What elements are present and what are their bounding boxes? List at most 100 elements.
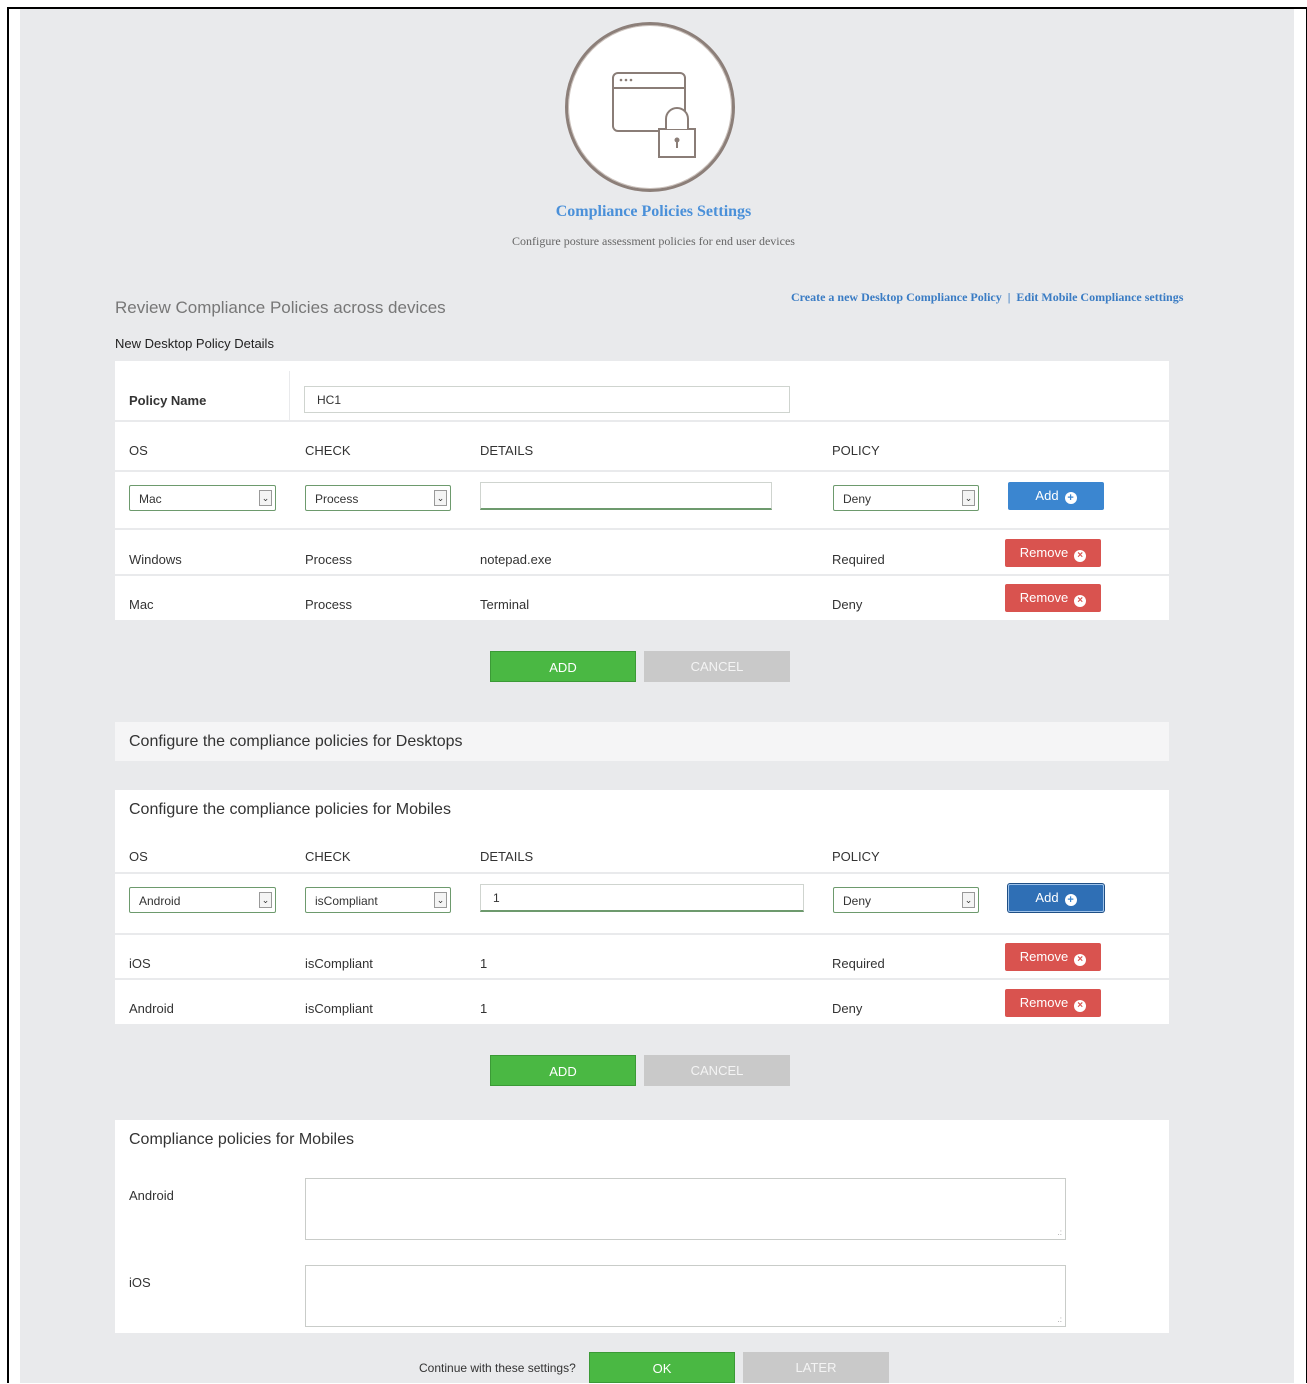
edit-mobile-settings-link[interactable]: Edit Mobile Compliance settings [1016, 290, 1183, 304]
resize-grip-icon: .: [1057, 1228, 1062, 1237]
add-button-label: Add [1035, 488, 1059, 503]
details-input[interactable] [480, 482, 772, 510]
divider [115, 933, 1169, 935]
add-desktop-rule-button[interactable]: Add + [1008, 482, 1104, 510]
window-lock-icon [612, 72, 696, 159]
check-select[interactable]: Process ⌄ [305, 485, 451, 511]
row-os: Mac [129, 597, 154, 612]
row-policy: Deny [832, 597, 863, 612]
row-policy: Deny [832, 1001, 863, 1016]
new-desktop-policy-label: New Desktop Policy Details [115, 336, 274, 351]
mobile-policy-panel: Configure the compliance policies for Mo… [115, 790, 1169, 1024]
divider [115, 872, 1169, 874]
details-input-value: 1 [493, 891, 500, 905]
chevron-down-icon: ⌄ [259, 892, 272, 908]
row-os: Android [129, 1001, 174, 1016]
column-header-policy: POLICY [832, 849, 880, 864]
column-header-os: OS [129, 849, 148, 864]
remove-rule-button[interactable]: Remove × [1005, 584, 1101, 612]
desktop-config-bar[interactable]: Configure the compliance policies for De… [115, 722, 1169, 761]
plus-circle-icon: + [1064, 492, 1077, 504]
desktop-cancel-button[interactable]: CANCEL [644, 651, 790, 682]
divider [115, 528, 1169, 530]
create-desktop-policy-link[interactable]: Create a new Desktop Compliance Policy [791, 290, 1002, 304]
row-check: isCompliant [305, 1001, 373, 1016]
add-button-label: Add [1035, 890, 1059, 905]
remove-rule-button[interactable]: Remove × [1005, 989, 1101, 1017]
row-check: isCompliant [305, 956, 373, 971]
policy-select-value: Deny [843, 492, 872, 506]
remove-button-label: Remove [1019, 995, 1069, 1010]
desktop-config-title: Configure the compliance policies for De… [129, 733, 463, 750]
divider [289, 371, 290, 421]
close-circle-icon: × [1074, 550, 1087, 562]
mobile-cancel-button[interactable]: CANCEL [644, 1055, 790, 1086]
plus-circle-icon: + [1064, 894, 1077, 906]
close-circle-icon: × [1074, 595, 1087, 607]
column-header-os: OS [129, 443, 148, 458]
os-select-value: Android [139, 894, 181, 908]
chevron-down-icon: ⌄ [434, 490, 447, 506]
row-policy: Required [832, 552, 885, 567]
row-policy: Required [832, 956, 885, 971]
chevron-down-icon: ⌄ [962, 490, 975, 506]
page-title: Compliance Policies Settings [555, 203, 752, 220]
link-separator: | [1007, 290, 1011, 304]
android-policy-textarea[interactable]: .: [305, 1178, 1066, 1240]
column-header-check: CHECK [305, 443, 351, 458]
remove-button-label: Remove [1019, 545, 1069, 560]
column-header-details: DETAILS [480, 443, 534, 458]
column-header-policy: POLICY [832, 443, 880, 458]
policy-select[interactable]: Deny ⌄ [833, 485, 979, 511]
check-select-value: Process [315, 492, 359, 506]
os-select[interactable]: Android ⌄ [129, 887, 276, 913]
divider [115, 470, 1169, 472]
chevron-down-icon: ⌄ [259, 490, 272, 506]
policy-select[interactable]: Deny ⌄ [833, 887, 979, 913]
mobile-config-title: Configure the compliance policies for Mo… [129, 801, 451, 818]
desktop-policy-panel: Policy Name HC1 OS CHECK DETAILS POLICY … [115, 361, 1169, 620]
ios-policy-textarea[interactable]: .: [305, 1265, 1066, 1327]
row-details: notepad.exe [480, 552, 552, 567]
header-links: Create a new Desktop Compliance Policy | E… [791, 290, 1183, 305]
continue-question: Continue with these settings? [419, 1361, 576, 1375]
remove-rule-button[interactable]: Remove × [1005, 539, 1101, 567]
review-heading: Review Compliance Policies across device… [115, 298, 446, 317]
chevron-down-icon: ⌄ [962, 892, 975, 908]
add-mobile-rule-button[interactable]: Add + [1008, 884, 1104, 912]
mobile-compliance-title: Compliance policies for Mobiles [129, 1131, 354, 1148]
divider [115, 420, 1169, 422]
mobile-add-button[interactable]: ADD [490, 1055, 636, 1086]
page-subtitle: Configure posture assessment policies fo… [512, 234, 795, 248]
resize-grip-icon: .: [1057, 1315, 1062, 1324]
os-select[interactable]: Mac ⌄ [129, 485, 276, 511]
check-select[interactable]: isCompliant ⌄ [305, 887, 451, 913]
android-label: Android [129, 1188, 174, 1203]
chevron-down-icon: ⌄ [434, 892, 447, 908]
column-header-details: DETAILS [480, 849, 534, 864]
row-os: iOS [129, 956, 151, 971]
desktop-add-button[interactable]: ADD [490, 651, 636, 682]
check-select-value: isCompliant [315, 894, 378, 908]
later-button[interactable]: LATER [743, 1352, 889, 1383]
row-details: 1 [480, 956, 488, 971]
ok-button[interactable]: OK [589, 1352, 735, 1383]
divider [115, 978, 1169, 980]
divider [115, 574, 1169, 576]
policy-select-value: Deny [843, 894, 872, 908]
row-details: Terminal [480, 597, 530, 612]
row-check: Process [305, 552, 352, 567]
policy-name-input[interactable]: HC1 [304, 386, 790, 413]
close-circle-icon: × [1074, 1000, 1087, 1012]
ios-label: iOS [129, 1275, 151, 1290]
row-details: 1 [480, 1001, 488, 1016]
remove-rule-button[interactable]: Remove × [1005, 943, 1101, 971]
row-check: Process [305, 597, 352, 612]
row-os: Windows [129, 552, 182, 567]
details-input[interactable]: 1 [480, 884, 804, 912]
policy-name-label: Policy Name [129, 393, 207, 408]
remove-button-label: Remove [1019, 590, 1069, 605]
column-header-check: CHECK [305, 849, 351, 864]
os-select-value: Mac [139, 492, 162, 506]
remove-button-label: Remove [1019, 949, 1069, 964]
